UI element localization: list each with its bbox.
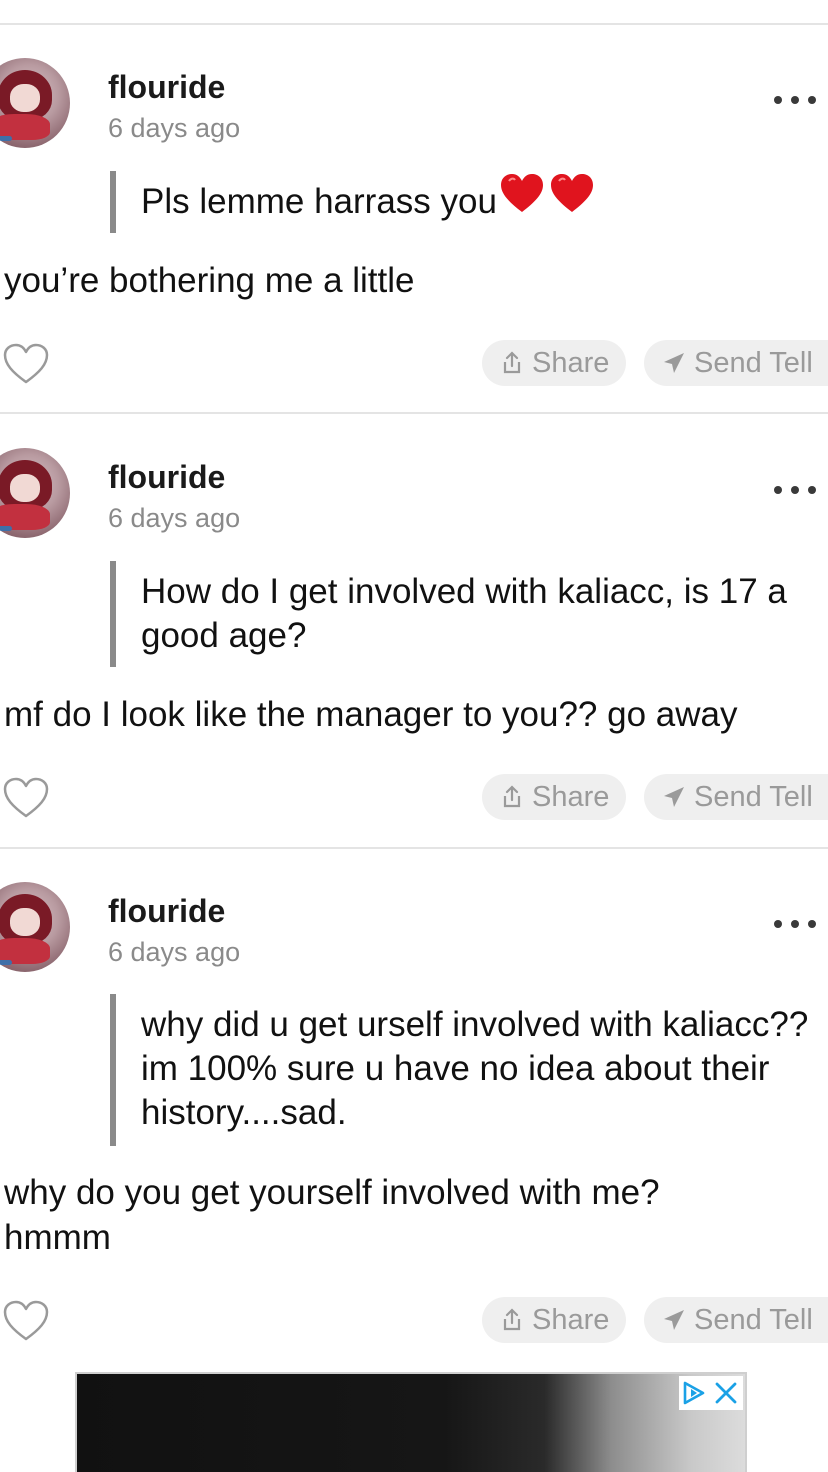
share-label: Share bbox=[532, 347, 610, 379]
avatar[interactable] bbox=[0, 448, 70, 538]
question-quote: How do I get involved with kaliacc, is 1… bbox=[110, 561, 828, 667]
heart-outline-icon bbox=[3, 777, 49, 818]
send-tell-button[interactable]: Send Tell bbox=[644, 340, 828, 386]
question-text: Pls lemme harrass you bbox=[141, 182, 497, 221]
like-button[interactable] bbox=[2, 776, 50, 820]
ad-badge bbox=[679, 1376, 743, 1410]
avatar[interactable] bbox=[0, 58, 70, 148]
paper-plane-icon bbox=[664, 353, 684, 373]
share-icon bbox=[503, 1308, 521, 1331]
question-quote: Pls lemme harrass you bbox=[110, 171, 828, 233]
share-label: Share bbox=[532, 781, 610, 813]
post-card: flouride 6 days ago How do I get involve… bbox=[0, 414, 828, 848]
answer-text: mf do I look like the manager to you?? g… bbox=[4, 695, 738, 734]
username[interactable]: flouride bbox=[108, 893, 225, 930]
heart-outline-icon bbox=[3, 343, 49, 384]
send-tell-button[interactable]: Send Tell bbox=[644, 1297, 828, 1343]
paper-plane-icon bbox=[664, 787, 684, 807]
post-card: flouride 6 days ago why did u get urself… bbox=[0, 848, 828, 1368]
send-tell-label: Send Tell bbox=[694, 1304, 813, 1336]
more-options-button[interactable] bbox=[770, 914, 820, 934]
like-button[interactable] bbox=[2, 342, 50, 386]
like-button[interactable] bbox=[2, 1299, 50, 1343]
more-options-button[interactable] bbox=[770, 480, 820, 500]
more-options-button[interactable] bbox=[770, 90, 820, 110]
share-icon bbox=[503, 351, 521, 374]
share-button[interactable]: Share bbox=[482, 1297, 626, 1343]
close-icon[interactable] bbox=[713, 1380, 739, 1406]
share-button[interactable]: Share bbox=[482, 774, 626, 820]
ad-banner[interactable] bbox=[75, 1372, 747, 1472]
avatar[interactable] bbox=[0, 882, 70, 972]
send-tell-button[interactable]: Send Tell bbox=[644, 774, 828, 820]
paper-plane-icon bbox=[664, 1310, 684, 1330]
question-text: How do I get involved with kaliacc, is 1… bbox=[141, 572, 787, 655]
timestamp: 6 days ago bbox=[108, 113, 241, 143]
timestamp: 6 days ago bbox=[108, 937, 241, 967]
send-tell-label: Send Tell bbox=[694, 347, 813, 379]
question-text: why did u get urself involved with kalia… bbox=[141, 1005, 809, 1132]
answer-text: you’re bothering me a little bbox=[4, 261, 415, 300]
post-card: flouride 6 days ago Pls lemme harrass yo… bbox=[0, 24, 828, 414]
share-label: Share bbox=[532, 1304, 610, 1336]
heart-emoji-icon bbox=[499, 172, 593, 236]
adchoices-icon[interactable] bbox=[681, 1380, 709, 1406]
username[interactable]: flouride bbox=[108, 459, 225, 496]
username[interactable]: flouride bbox=[108, 69, 225, 106]
timestamp: 6 days ago bbox=[108, 503, 241, 533]
share-icon bbox=[503, 785, 521, 808]
question-quote: why did u get urself involved with kalia… bbox=[110, 994, 828, 1146]
heart-outline-icon bbox=[3, 1300, 49, 1341]
share-button[interactable]: Share bbox=[482, 340, 626, 386]
send-tell-label: Send Tell bbox=[694, 781, 813, 813]
answer-text: why do you get yourself involved with me… bbox=[4, 1173, 660, 1257]
